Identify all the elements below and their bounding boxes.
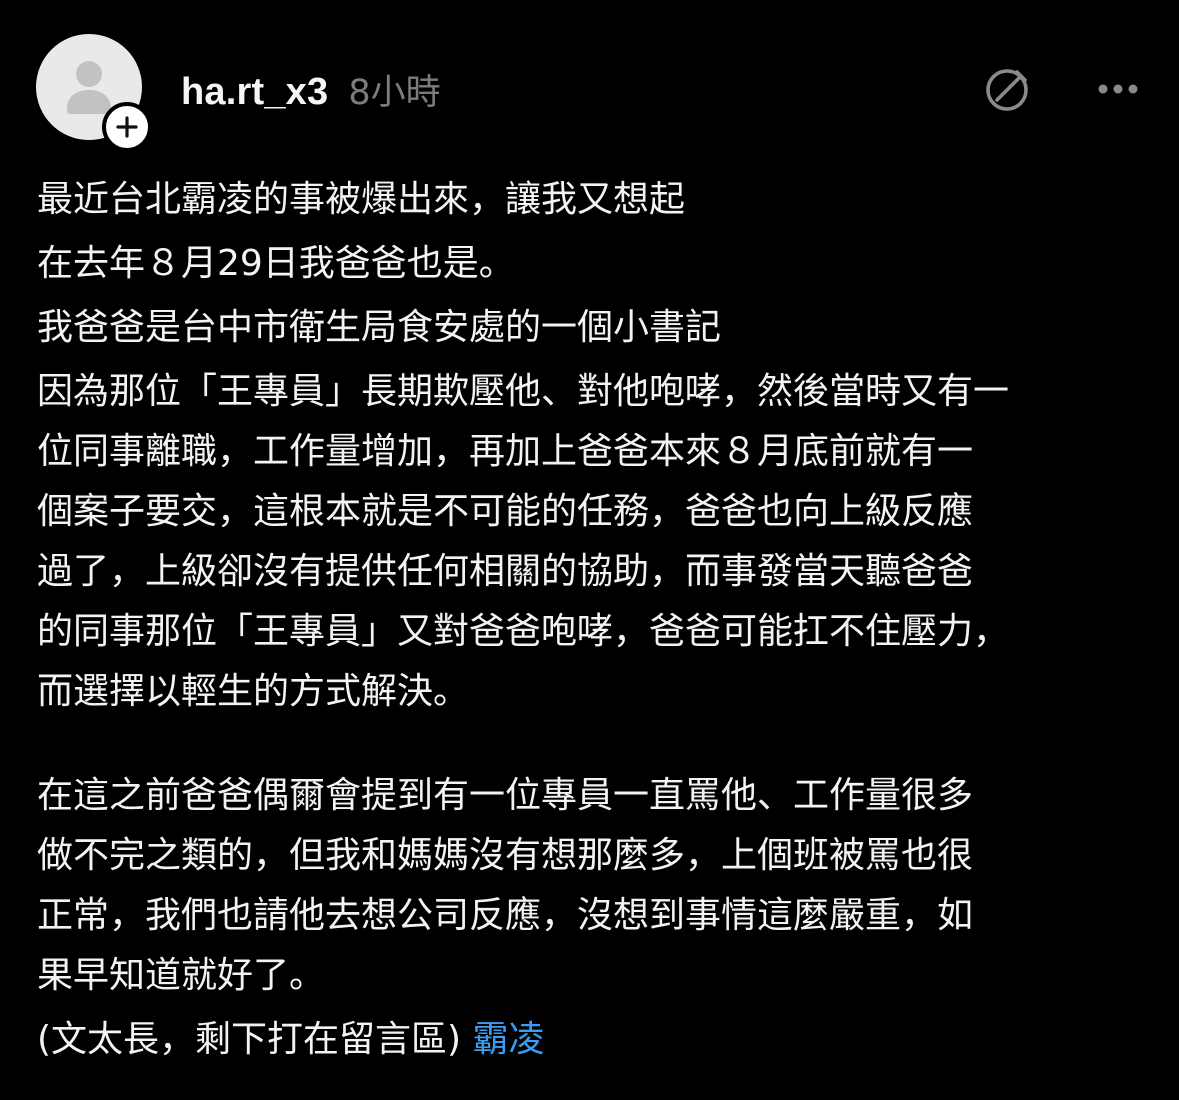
post-text-line: 位同事離職，工作量增加，再加上爸爸本來８月底前就有一 — [37, 431, 974, 472]
post-paragraph: 最近台北霸凌的事被爆出來，讓我又想起 — [37, 170, 1157, 230]
post-paragraph: (文太長，剩下打在留言區) 霸凌 — [37, 1010, 1157, 1070]
post-text-line: 果早知道就好了。 — [37, 955, 326, 996]
post-paragraph: 因為那位「王專員」長期欺壓他、對他咆哮，然後當時又有一 位同事離職，工作量增加，… — [37, 362, 1157, 722]
post-text-line: 過了，上級卻沒有提供任何相關的協助，而事發當天聽爸爸 — [37, 551, 974, 592]
post-text-line: 在這之前爸爸偶爾會提到有一位專員一直罵他、工作量很多 — [37, 775, 974, 816]
plus-icon — [116, 116, 138, 138]
slashed-pencil-icon — [986, 69, 1028, 111]
post-body: 最近台北霸凌的事被爆出來，讓我又想起 在去年８月29日我爸爸也是。 我爸爸是台中… — [37, 170, 1157, 1070]
post-text: (文太長，剩下打在留言區) — [37, 1019, 462, 1060]
post-text-line: 個案子要交，這根本就是不可能的任務，爸爸也向上級反應 — [37, 491, 974, 532]
post-text-line: 我爸爸是台中市衛生局食安處的一個小書記 — [37, 307, 722, 348]
header-actions — [981, 62, 1143, 116]
post-text-line: 的同事那位「王專員」又對爸爸咆哮，爸爸可能扛不住壓力， — [37, 611, 1010, 652]
translate-button[interactable] — [981, 62, 1035, 116]
post-paragraph: 在去年８月29日我爸爸也是。 — [37, 234, 1157, 294]
follow-button[interactable] — [102, 102, 152, 152]
post-text-line: 做不完之類的，但我和媽媽沒有想那麼多，上個班被罵也很 — [37, 835, 974, 876]
post-text-line: 最近台北霸凌的事被爆出來，讓我又想起 — [37, 179, 686, 220]
topic-tag-link[interactable]: 霸凌 — [473, 1019, 545, 1060]
post-text-line: 而選擇以輕生的方式解決。 — [37, 671, 470, 712]
post-text-line: 在去年８月29日我爸爸也是。 — [37, 243, 515, 284]
username-link[interactable]: ha.rt_x3 — [181, 71, 328, 114]
more-options-button[interactable] — [1093, 62, 1143, 116]
post-paragraph: 我爸爸是台中市衛生局食安處的一個小書記 — [37, 298, 1157, 358]
post-meta: ha.rt_x3 8小時 — [181, 64, 441, 115]
post-header: ha.rt_x3 8小時 — [36, 34, 1143, 152]
post-timestamp: 8小時 — [348, 73, 441, 113]
post-text-line: 正常，我們也請他去想公司反應，沒想到事情這麼嚴重，如 — [37, 895, 974, 936]
more-horizontal-icon — [1098, 84, 1138, 94]
post-text-line: 因為那位「王專員」長期欺壓他、對他咆哮，然後當時又有一 — [37, 371, 1010, 412]
post-paragraph: 在這之前爸爸偶爾會提到有一位專員一直罵他、工作量很多 做不完之類的，但我和媽媽沒… — [37, 766, 1157, 1006]
post-text-line-with-tag: (文太長，剩下打在留言區) 霸凌 — [37, 1010, 1157, 1070]
